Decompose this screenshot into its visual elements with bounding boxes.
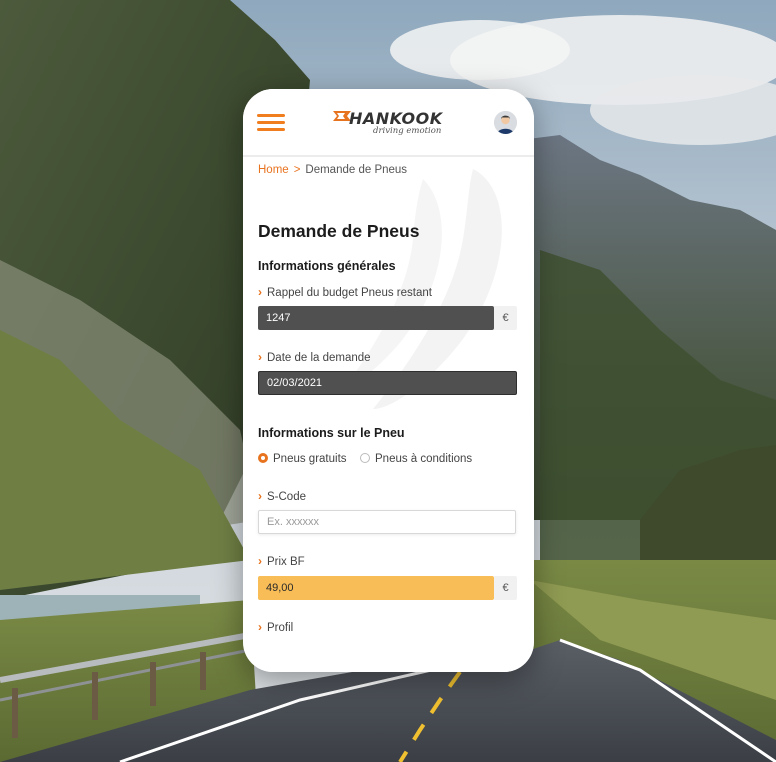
hankook-logo: HANKOOK driving emotion: [331, 109, 443, 137]
radio-pneus-gratuits[interactable]: Pneus gratuits: [258, 453, 347, 465]
radio-unselected-icon: [360, 453, 370, 463]
logo-tagline: driving emotion: [373, 126, 442, 136]
budget-label-text: Rappel du budget Pneus restant: [267, 287, 432, 299]
prix-currency-suffix: €: [494, 576, 517, 600]
tire-type-radio-group: Pneus gratuits Pneus à conditions: [258, 453, 518, 469]
hamburger-menu-icon[interactable]: [257, 114, 285, 132]
chevron-right-icon: ›: [258, 554, 262, 568]
scode-label-text: S-Code: [267, 491, 306, 503]
chevron-right-icon: ›: [258, 350, 262, 364]
prix-label-text: Prix BF: [267, 556, 305, 568]
page-title: Demande de Pneus: [258, 221, 420, 241]
radio-selected-icon: [258, 453, 268, 463]
radio-pneus-conditions[interactable]: Pneus à conditions: [360, 453, 472, 465]
breadcrumb-current: Demande de Pneus: [305, 164, 408, 176]
chevron-right-icon: ›: [258, 489, 262, 503]
radio-label: Pneus gratuits: [273, 453, 347, 465]
date-label: › Date de la demande: [258, 350, 371, 364]
prix-label: › Prix BF: [258, 554, 305, 568]
budget-input[interactable]: [258, 306, 494, 330]
breadcrumb: Home > Demande de Pneus: [258, 164, 407, 176]
budget-label: › Rappel du budget Pneus restant: [258, 285, 432, 299]
section-title-tire: Informations sur le Pneu: [258, 426, 405, 440]
breadcrumb-separator: >: [293, 164, 301, 176]
date-input[interactable]: [258, 371, 517, 395]
scode-label: › S-Code: [258, 489, 306, 503]
user-avatar-icon[interactable]: [494, 111, 517, 134]
chevron-right-icon: ›: [258, 285, 262, 299]
prix-bf-input[interactable]: [258, 576, 494, 600]
date-label-text: Date de la demande: [267, 352, 371, 364]
scode-input[interactable]: [258, 510, 516, 534]
section-title-general: Informations générales: [258, 259, 396, 273]
breadcrumb-home-link[interactable]: Home: [258, 164, 289, 176]
app-header: HANKOOK driving emotion: [243, 89, 534, 157]
budget-currency-suffix: €: [494, 306, 517, 330]
scroll-fade: [243, 632, 534, 672]
radio-label: Pneus à conditions: [375, 453, 473, 465]
mobile-app-frame: HANKOOK driving emotion Home > Demande de …: [243, 89, 534, 672]
